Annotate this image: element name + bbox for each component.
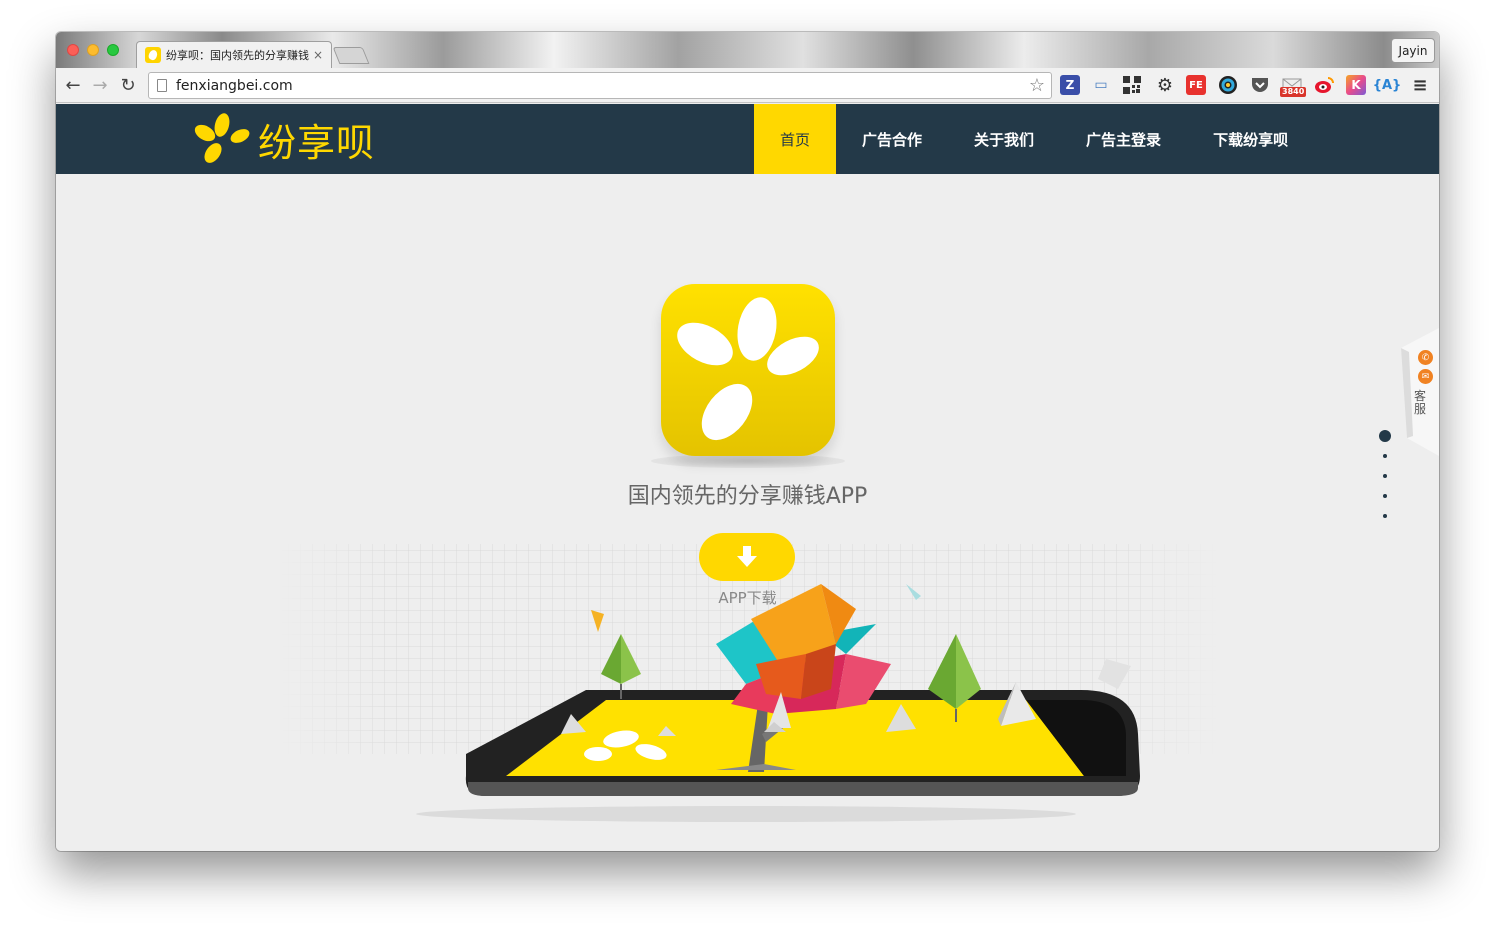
pager-dot-3[interactable]: [1383, 474, 1387, 478]
window-extension-icon[interactable]: ▭: [1091, 75, 1111, 95]
nav-item-advertiser-login[interactable]: 广告主登录: [1060, 104, 1187, 174]
app-icon-shadow: [651, 454, 845, 468]
json-extension-icon[interactable]: {A}: [1373, 75, 1402, 95]
customer-service-label: 客服: [1413, 389, 1426, 416]
profile-button[interactable]: Jayin: [1391, 38, 1435, 63]
qr-code-extension-icon[interactable]: [1122, 75, 1142, 95]
tab-close-icon[interactable]: ×: [313, 48, 323, 62]
site-logo[interactable]: 纷享呗: [192, 110, 375, 168]
tab-strip: 纷享呗：国内领先的分享赚钱 × Jayin: [56, 32, 1439, 68]
fe-extension-icon[interactable]: FE: [1186, 75, 1206, 95]
site-header: 纷享呗 首页 广告合作 关于我们 广告主登录 下载纷享呗: [56, 104, 1439, 174]
mail-extension-icon[interactable]: 3840: [1280, 75, 1307, 97]
close-window-button[interactable]: [67, 44, 79, 56]
mail-badge: 3840: [1280, 87, 1307, 97]
download-button[interactable]: [699, 533, 795, 581]
pager-dot-1[interactable]: [1379, 430, 1391, 442]
hero-tagline: 国内领先的分享赚钱APP: [627, 484, 868, 509]
bookmark-star-icon[interactable]: ☆: [1029, 75, 1045, 96]
browser-window: 纷享呗：国内领先的分享赚钱 × Jayin ← → ↻ fenxiangbei.…: [56, 32, 1439, 851]
minimize-window-button[interactable]: [87, 44, 99, 56]
logo-flower-icon: [194, 113, 250, 163]
reload-icon[interactable]: ↻: [117, 75, 139, 97]
mail-icon[interactable]: ✉: [1418, 369, 1433, 384]
gear-icon[interactable]: ⚙: [1155, 75, 1175, 96]
nav-item-about-us[interactable]: 关于我们: [948, 104, 1060, 174]
new-tab-button[interactable]: [332, 47, 370, 64]
k-extension-icon[interactable]: K: [1346, 75, 1366, 95]
color-picker-extension-icon[interactable]: [1218, 75, 1238, 95]
pager-dot-4[interactable]: [1383, 494, 1387, 498]
browser-tab[interactable]: 纷享呗：国内领先的分享赚钱 ×: [136, 41, 332, 68]
download-label: APP下载: [718, 589, 777, 607]
url-text: fenxiangbei.com: [176, 78, 293, 94]
menu-icon[interactable]: ≡: [1410, 75, 1430, 96]
pager-dot-2[interactable]: [1383, 454, 1387, 458]
browser-toolbar: ← → ↻ fenxiangbei.com ☆ Z ▭ ⚙ FE 3840 K …: [56, 68, 1439, 103]
weibo-icon[interactable]: [1314, 75, 1334, 95]
forward-arrow-icon[interactable]: →: [89, 75, 111, 97]
nav-item-ad-cooperation[interactable]: 广告合作: [836, 104, 948, 174]
logo-text: 纷享呗: [258, 120, 376, 165]
pocket-icon[interactable]: [1250, 75, 1270, 95]
download-arrow-icon: [737, 546, 757, 567]
tab-title: 纷享呗：国内领先的分享赚钱: [166, 49, 309, 62]
pager-dot-5[interactable]: [1383, 514, 1387, 518]
nav-item-home[interactable]: 首页: [754, 104, 837, 174]
back-arrow-icon[interactable]: ←: [62, 75, 84, 97]
zotero-extension-icon[interactable]: Z: [1060, 75, 1080, 95]
site-favicon-icon: [145, 47, 161, 63]
app-icon: [661, 284, 835, 456]
address-bar[interactable]: fenxiangbei.com ☆: [148, 72, 1052, 99]
main-nav: 首页 广告合作 关于我们 广告主登录 下载纷享呗: [754, 104, 1314, 174]
app-flower-icon: [677, 297, 819, 441]
page-icon: [157, 79, 167, 92]
website-content: 纷享呗 首页 广告合作 关于我们 广告主登录 下载纷享呗 国内领先的分享赚钱AP…: [56, 104, 1439, 851]
phone-icon[interactable]: ✆: [1418, 350, 1433, 365]
nav-item-download[interactable]: 下载纷享呗: [1187, 104, 1314, 174]
maximize-window-button[interactable]: [107, 44, 119, 56]
